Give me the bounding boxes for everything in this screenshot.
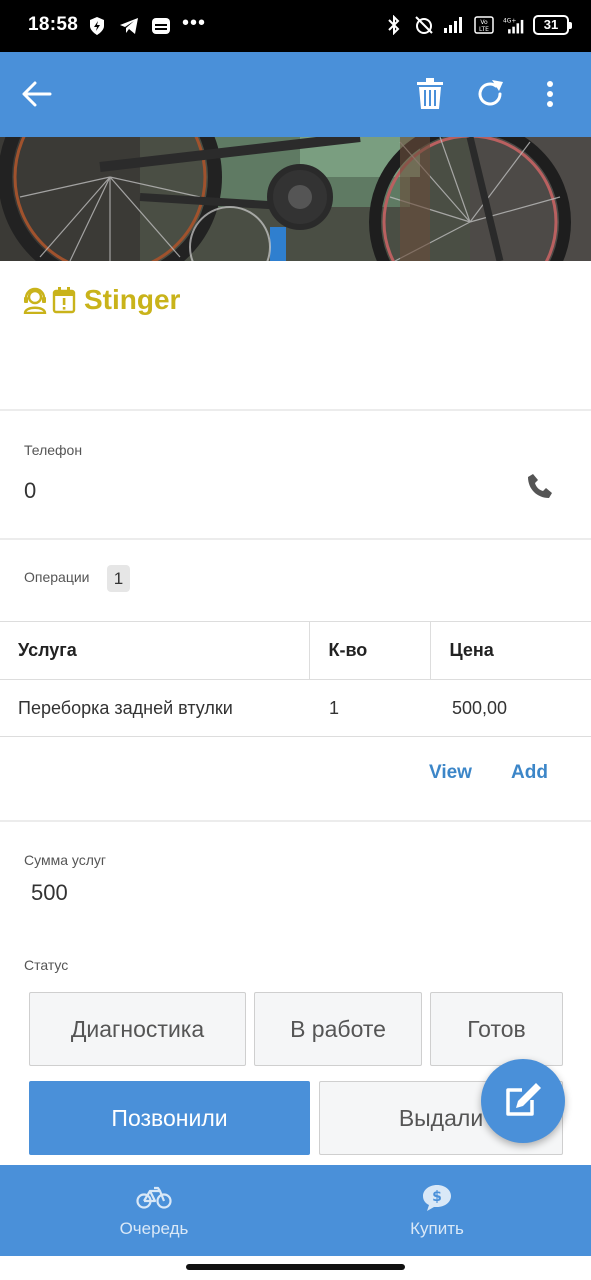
- divider: [0, 538, 591, 540]
- svg-text:4G+: 4G+: [503, 18, 516, 24]
- edit-icon: [506, 1083, 541, 1116]
- telegram-icon: [118, 15, 140, 37]
- nav-label-queue: Очередь: [119, 1218, 189, 1238]
- table-row[interactable]: Переборка задней втулки 1 500,00: [0, 679, 591, 737]
- app-bar: [0, 52, 591, 137]
- home-indicator[interactable]: [186, 1264, 405, 1270]
- signal-4g-icon: 4G+: [503, 14, 525, 36]
- arrow-left-icon: [22, 81, 52, 107]
- refresh-icon: [478, 80, 503, 106]
- more-notifications-icon: •••: [182, 12, 207, 34]
- refresh-button[interactable]: [470, 74, 510, 114]
- customer-title: Stinger: [22, 284, 180, 316]
- call-button[interactable]: [526, 472, 556, 502]
- alarm-off-icon: [413, 14, 435, 36]
- volte-icon: Vo LTE: [473, 14, 495, 36]
- column-header-price: Цена: [429, 621, 591, 680]
- status-time: 18:58: [28, 14, 79, 35]
- edit-fab[interactable]: [481, 1059, 565, 1143]
- status-ready-button[interactable]: Готов: [430, 992, 563, 1066]
- calendar-alert-icon: [52, 287, 76, 314]
- view-button[interactable]: View: [429, 762, 472, 784]
- dollar-chat-icon: $: [423, 1184, 451, 1211]
- battery-indicator: 31: [533, 15, 572, 35]
- status-called-button[interactable]: Позвонили: [29, 1081, 310, 1155]
- bluetooth-icon: [383, 14, 405, 36]
- bottom-navigation: Очередь $ Купить: [0, 1165, 591, 1256]
- cell-service: Переборка задней втулки: [0, 679, 309, 737]
- more-vertical-icon: [547, 81, 553, 107]
- services-table: Услуга К-во Цена Переборка задней втулки…: [0, 621, 591, 737]
- phone-value: 0: [24, 478, 37, 503]
- trash-icon: [417, 78, 443, 109]
- operations-label: Операции: [24, 569, 90, 585]
- column-header-service: Услуга: [0, 621, 309, 680]
- status-diagnostics-button[interactable]: Диагностика: [29, 992, 246, 1066]
- support-agent-icon: [23, 287, 47, 314]
- divider: [0, 820, 591, 822]
- status-label: Статус: [24, 957, 69, 973]
- sum-value: 500: [31, 880, 68, 905]
- bicycle-icon: [136, 1186, 172, 1209]
- phone-icon: [528, 474, 552, 498]
- status-in-progress-button[interactable]: В работе: [254, 992, 422, 1066]
- shield-icon: [86, 15, 108, 37]
- back-button[interactable]: [17, 74, 57, 114]
- column-header-quantity: К-во: [308, 621, 430, 680]
- svg-text:LTE: LTE: [479, 26, 489, 33]
- operations-count-badge: 1: [107, 565, 130, 592]
- status-bar: 18:58 ••• Vo LTE 4G+ 31: [0, 0, 591, 52]
- nav-label-buy: Купить: [410, 1218, 464, 1238]
- more-menu-button[interactable]: [530, 74, 570, 114]
- sum-label: Сумма услуг: [24, 852, 106, 868]
- cell-price: 500,00: [430, 679, 591, 737]
- divider: [0, 409, 591, 411]
- signal-icon: [443, 14, 465, 36]
- phone-label: Телефон: [24, 442, 83, 458]
- nav-item-buy[interactable]: $ Купить: [337, 1165, 537, 1256]
- cell-quantity: 1: [309, 679, 430, 737]
- add-button[interactable]: Add: [511, 762, 548, 784]
- bicycle-photo: [0, 137, 591, 261]
- table-header-row: Услуга К-во Цена: [0, 621, 591, 680]
- svg-text:Vo: Vo: [480, 19, 488, 26]
- app-notification-icon: [150, 15, 172, 37]
- delete-button[interactable]: [410, 74, 450, 114]
- hero-image: [0, 137, 591, 261]
- nav-item-queue[interactable]: Очередь: [54, 1165, 254, 1256]
- customer-name: Stinger: [84, 284, 181, 315]
- svg-text:$: $: [432, 1189, 442, 1205]
